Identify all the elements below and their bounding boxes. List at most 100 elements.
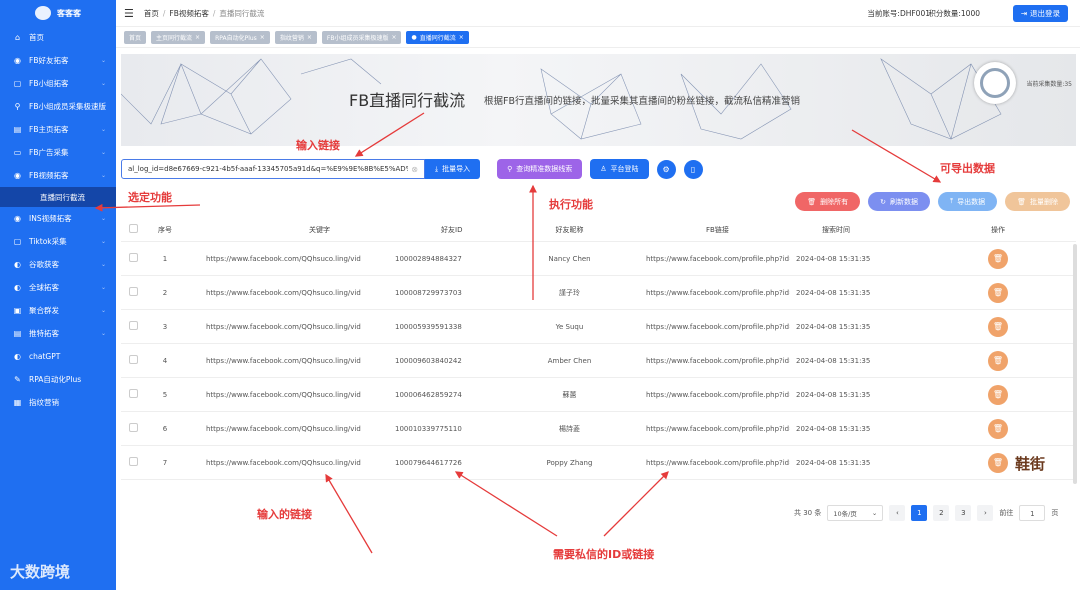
- query-button[interactable]: ⚲ 查询精准数据线索: [497, 159, 583, 179]
- delete-row-icon[interactable]: 🗑: [988, 248, 1008, 269]
- page-2-button[interactable]: 2: [933, 505, 950, 521]
- tab[interactable]: FB小组成员采集极速版 ×: [321, 31, 402, 44]
- link-input-value: al_log_id=d8e67669-c921-4b5f-aaaf-133457…: [128, 165, 408, 173]
- sidebar-item[interactable]: ◐ 全球拓客 ⌄: [0, 276, 116, 299]
- table-row[interactable]: 6 https://www.facebook.com/QQhsuco.ling/v…: [121, 412, 1076, 446]
- page-1-button[interactable]: 1: [911, 505, 928, 521]
- batch-delete-button[interactable]: 🗑 批量删除: [1005, 192, 1070, 211]
- row-checkbox[interactable]: [129, 253, 138, 262]
- sidebar-item[interactable]: ◐ chatGPT: [0, 345, 116, 368]
- sidebar-item[interactable]: ▢ Tiktok采集 ⌄: [0, 230, 116, 253]
- chevron-down-icon: ⌄: [100, 261, 106, 268]
- google-icon: ◐: [14, 260, 21, 269]
- refresh-button[interactable]: ↻ 刷新数据: [868, 192, 930, 211]
- cell-keyword: https://www.facebook.com/QQhsuco.ling/vi…: [206, 322, 361, 331]
- sidebar-item-label: 全球拓客: [29, 283, 59, 292]
- sidebar-item[interactable]: ✎ RPA自动化Plus: [0, 368, 116, 391]
- link-input[interactable]: al_log_id=d8e67669-c921-4b5f-aaaf-133457…: [121, 159, 425, 179]
- row-checkbox[interactable]: [129, 355, 138, 364]
- table-row[interactable]: 4 https://www.facebook.com/QQhsuco.ling/v…: [121, 344, 1076, 378]
- sidebar-item[interactable]: ▤ FB主页拓客 ⌄: [0, 118, 116, 141]
- cell-no: 7: [162, 458, 168, 467]
- clear-icon[interactable]: ⊗: [411, 165, 418, 174]
- close-icon[interactable]: ×: [391, 34, 396, 41]
- close-icon[interactable]: ×: [307, 34, 312, 41]
- table-row[interactable]: 3 https://www.facebook.com/QQhsuco.ling/v…: [121, 310, 1076, 344]
- close-icon[interactable]: ×: [260, 34, 265, 41]
- tab-bar: 首页 主页同行截流 × RPA自动化Plus × 指纹营销 × FB小组成员采集极速版 × ● 直播…: [116, 28, 1080, 48]
- sidebar-item[interactable]: ▭ FB广告采集 ⌄: [0, 141, 116, 164]
- import-button[interactable]: ⤓ 批量导入: [425, 159, 481, 179]
- col-header: 好友昵称: [555, 225, 584, 234]
- sidebar-item[interactable]: ◐ 谷歌获客 ⌄: [0, 253, 116, 276]
- export-button[interactable]: ⤒ 导出数据: [938, 192, 998, 211]
- breadcrumb-section[interactable]: FB视频拓客: [169, 9, 208, 18]
- sidebar-item[interactable]: ▦ 指纹营销: [0, 391, 116, 414]
- delete-row-icon[interactable]: 🗑: [988, 350, 1008, 371]
- sidebar-item[interactable]: ⚲ FB小组成员采集极速版: [0, 95, 116, 118]
- chevron-down-icon: ⌄: [100, 149, 106, 156]
- sidebar-item[interactable]: ▢ FB小组拓客 ⌄: [0, 72, 116, 95]
- tab[interactable]: 指纹营销 ×: [274, 31, 317, 44]
- logout-button[interactable]: ⇥ 退出登录: [1012, 5, 1068, 22]
- tab[interactable]: 首页: [124, 31, 147, 44]
- tab[interactable]: 主页同行截流 ×: [151, 31, 206, 44]
- delete-row-icon[interactable]: 🗑: [988, 418, 1008, 439]
- delete-all-button[interactable]: 🗑 删除所有: [795, 192, 861, 211]
- sidebar-item[interactable]: ⌂ 首页: [0, 26, 116, 49]
- settings-icon[interactable]: ⚙: [656, 159, 676, 179]
- row-checkbox[interactable]: [129, 389, 138, 398]
- table-row[interactable]: 5 https://www.facebook.com/QQhsuco.ling/v…: [121, 378, 1076, 412]
- brand-name: 客客客: [57, 8, 81, 18]
- close-icon[interactable]: ×: [195, 34, 200, 41]
- group-icon: ▢: [13, 79, 22, 88]
- rpa-icon: ✎: [14, 375, 21, 384]
- sidebar-item[interactable]: ▤ 推特拓客 ⌄: [0, 322, 116, 345]
- select-all-checkbox[interactable]: [129, 224, 138, 233]
- delete-row-icon[interactable]: 🗑: [988, 282, 1008, 303]
- close-icon[interactable]: ×: [459, 34, 464, 41]
- row-checkbox[interactable]: [129, 321, 138, 330]
- delete-row-icon[interactable]: 🗑: [988, 384, 1008, 405]
- breadcrumb-home[interactable]: 首页: [144, 9, 159, 18]
- cell-time: 2024-04-08 15:31:35: [796, 458, 871, 467]
- upload-icon: ⤓: [435, 164, 439, 173]
- tab[interactable]: ● 直播同行截流 ×: [406, 31, 469, 44]
- page-3-button[interactable]: 3: [955, 505, 972, 521]
- row-checkbox[interactable]: [129, 287, 138, 296]
- menu-toggle-icon[interactable]: ☰: [124, 7, 134, 20]
- row-checkbox[interactable]: [129, 423, 138, 432]
- scrollbar[interactable]: [1073, 244, 1077, 484]
- next-page-button[interactable]: ›: [977, 505, 994, 521]
- sidebar-item[interactable]: 直播同行截流: [0, 187, 116, 207]
- export-label: 导出数据: [957, 197, 986, 206]
- table-row[interactable]: 7 https://www.facebook.com/QQhsuco.ling/v…: [121, 446, 1076, 480]
- tab[interactable]: RPA自动化Plus ×: [210, 31, 270, 44]
- cell-keyword: https://www.facebook.com/QQhsuco.ling/vi…: [206, 424, 361, 433]
- table-row[interactable]: 2 https://www.facebook.com/QQhsuco.ling/v…: [121, 276, 1076, 310]
- prev-page-button[interactable]: ‹: [889, 505, 906, 521]
- row-checkbox[interactable]: [129, 457, 138, 466]
- cell-no: 6: [162, 424, 168, 433]
- platform-login-button[interactable]: ♙ 平台登陆: [590, 159, 649, 179]
- sidebar-item[interactable]: ◉ INS视频拓客 ⌄: [0, 207, 116, 230]
- sidebar-item-label: 直播同行截流: [40, 192, 85, 202]
- account-label: 当前账号:DHF001: [867, 8, 930, 18]
- table-row[interactable]: 1 https://www.facebook.com/QQhsuco.ling/v…: [121, 242, 1076, 276]
- sidebar-item-label: 谷歌获客: [29, 260, 59, 269]
- mobile-icon[interactable]: ▯: [683, 159, 703, 179]
- sidebar-item[interactable]: ▣ 聚合群发 ⌄: [0, 299, 116, 322]
- delete-row-icon[interactable]: 🗑: [988, 452, 1008, 473]
- page-size-select[interactable]: 10条/页 ⌄: [827, 505, 884, 521]
- refresh-icon: ↻: [880, 197, 886, 206]
- sidebar-item[interactable]: ◉ FB视频拓客 ⌄: [0, 164, 116, 187]
- sidebar-item-label: chatGPT: [29, 352, 61, 361]
- logout-label: 退出登录: [1030, 9, 1060, 18]
- annotation-exportable: 可导出数据: [940, 162, 995, 175]
- tab-label: FB小组成员采集极速版: [326, 35, 389, 42]
- cell-keyword: https://www.facebook.com/QQhsuco.ling/vi…: [206, 288, 361, 297]
- sidebar-item-label: FB小组拓客: [29, 79, 69, 88]
- delete-row-icon[interactable]: 🗑: [988, 316, 1008, 337]
- logout-icon: ⇥: [1020, 9, 1027, 18]
- sidebar-item[interactable]: ◉ FB好友拓客 ⌄: [0, 49, 116, 72]
